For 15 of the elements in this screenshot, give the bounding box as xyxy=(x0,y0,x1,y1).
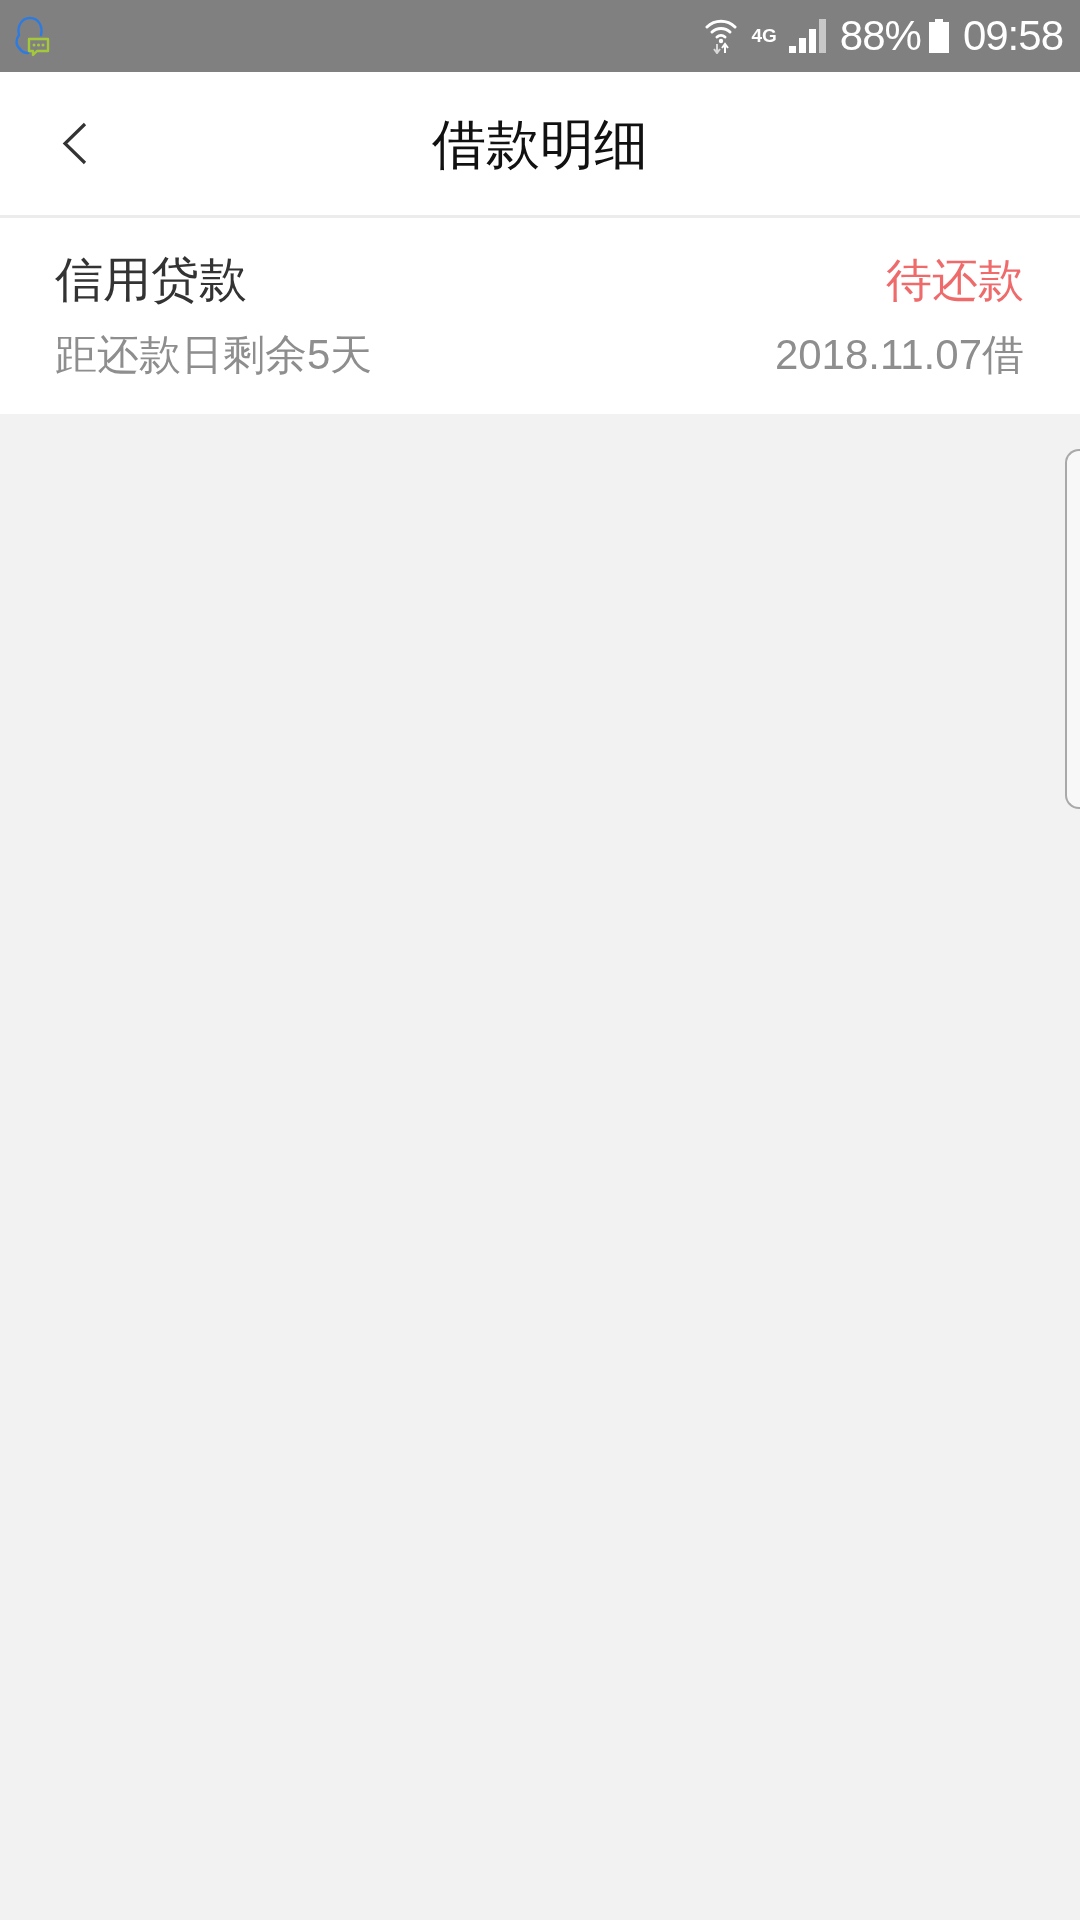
loan-status: 待还款 xyxy=(886,253,1024,308)
borrowed-date: 2018.11.07借 xyxy=(774,330,1024,380)
edge-panel-handle[interactable] xyxy=(1065,449,1080,809)
status-time: 09:58 xyxy=(962,12,1063,60)
network-type-label: 4G xyxy=(751,25,777,47)
silhouette-chat-icon xyxy=(12,15,50,57)
page-title: 借款明细 xyxy=(432,112,648,176)
chevron-left-icon xyxy=(61,122,88,165)
wifi-icon xyxy=(705,18,738,54)
due-note: 距还款日剩余5天 xyxy=(55,330,373,380)
loan-name: 信用贷款 xyxy=(55,252,247,308)
loan-list-item[interactable]: 信用贷款 待还款 距还款日剩余5天 2018.11.07借 xyxy=(0,218,1080,414)
battery-percentage: 88% xyxy=(839,12,921,60)
battery-icon xyxy=(928,19,949,53)
signal-icon xyxy=(788,19,826,53)
